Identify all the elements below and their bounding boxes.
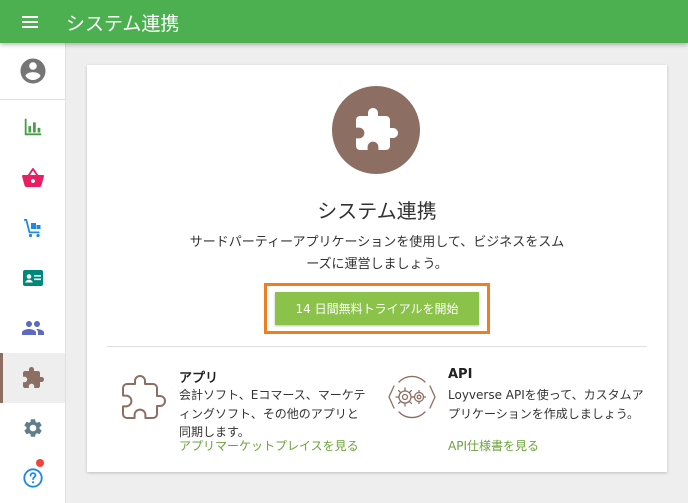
- puzzle-icon: [356, 108, 398, 150]
- apps-description: 会計ソフト、Eコマース、マーケティングソフト、その他のアプリと同期します。: [179, 388, 366, 439]
- notification-dot: [36, 459, 44, 467]
- customers-icon: [21, 321, 44, 335]
- top-app-bar: システム連携: [0, 0, 688, 43]
- apps-marketplace-link[interactable]: アプリマーケットプレイスを見る: [179, 437, 359, 454]
- employee-card-icon: [22, 270, 43, 286]
- account-circle-icon: [20, 58, 45, 84]
- menu-icon[interactable]: [18, 11, 46, 33]
- sidebar: [0, 43, 66, 503]
- inventory-cart-icon: [23, 219, 40, 238]
- sidebar-item-settings[interactable]: [0, 403, 65, 453]
- api-docs-link[interactable]: API仕様書を見る: [448, 437, 539, 454]
- sidebar-item-inventory[interactable]: [0, 203, 65, 253]
- apps-title: アプリ: [179, 371, 219, 386]
- sidebar-item-integrations[interactable]: [0, 353, 65, 403]
- sidebar-item-help[interactable]: [0, 453, 65, 503]
- sidebar-item-reports[interactable]: [0, 102, 65, 152]
- card-description: サードパーティーアプリケーションを使用して、ビジネスをスムーズに運営しましょう。: [189, 235, 565, 272]
- divider: [107, 346, 647, 347]
- hero-puzzle-badge: [332, 86, 420, 174]
- shopping-basket-icon: [21, 168, 44, 187]
- sidebar-item-account[interactable]: [0, 43, 65, 100]
- api-description: Loyverse APIを使って、カスタムアプリケーションを作成しましょう。: [448, 388, 644, 421]
- api-title: API: [448, 367, 473, 382]
- gear-icon: [23, 419, 42, 437]
- sidebar-item-customers[interactable]: [0, 303, 65, 353]
- help-icon: [22, 468, 43, 488]
- puzzle-outline-icon: [122, 375, 166, 419]
- sidebar-item-employees[interactable]: [0, 253, 65, 303]
- api-gears-icon: [388, 375, 436, 419]
- card-title: システム連携: [317, 199, 437, 223]
- integrations-card: システム連携 サードパーティーアプリケーションを使用して、ビジネスをスムーズに運…: [87, 65, 667, 472]
- page-title: システム連携: [66, 13, 180, 35]
- bar-chart-icon: [24, 118, 41, 136]
- start-trial-button[interactable]: 14 日間無料トライアルを開始: [275, 292, 479, 325]
- sidebar-item-sales[interactable]: [0, 153, 65, 203]
- puzzle-icon: [22, 367, 44, 388]
